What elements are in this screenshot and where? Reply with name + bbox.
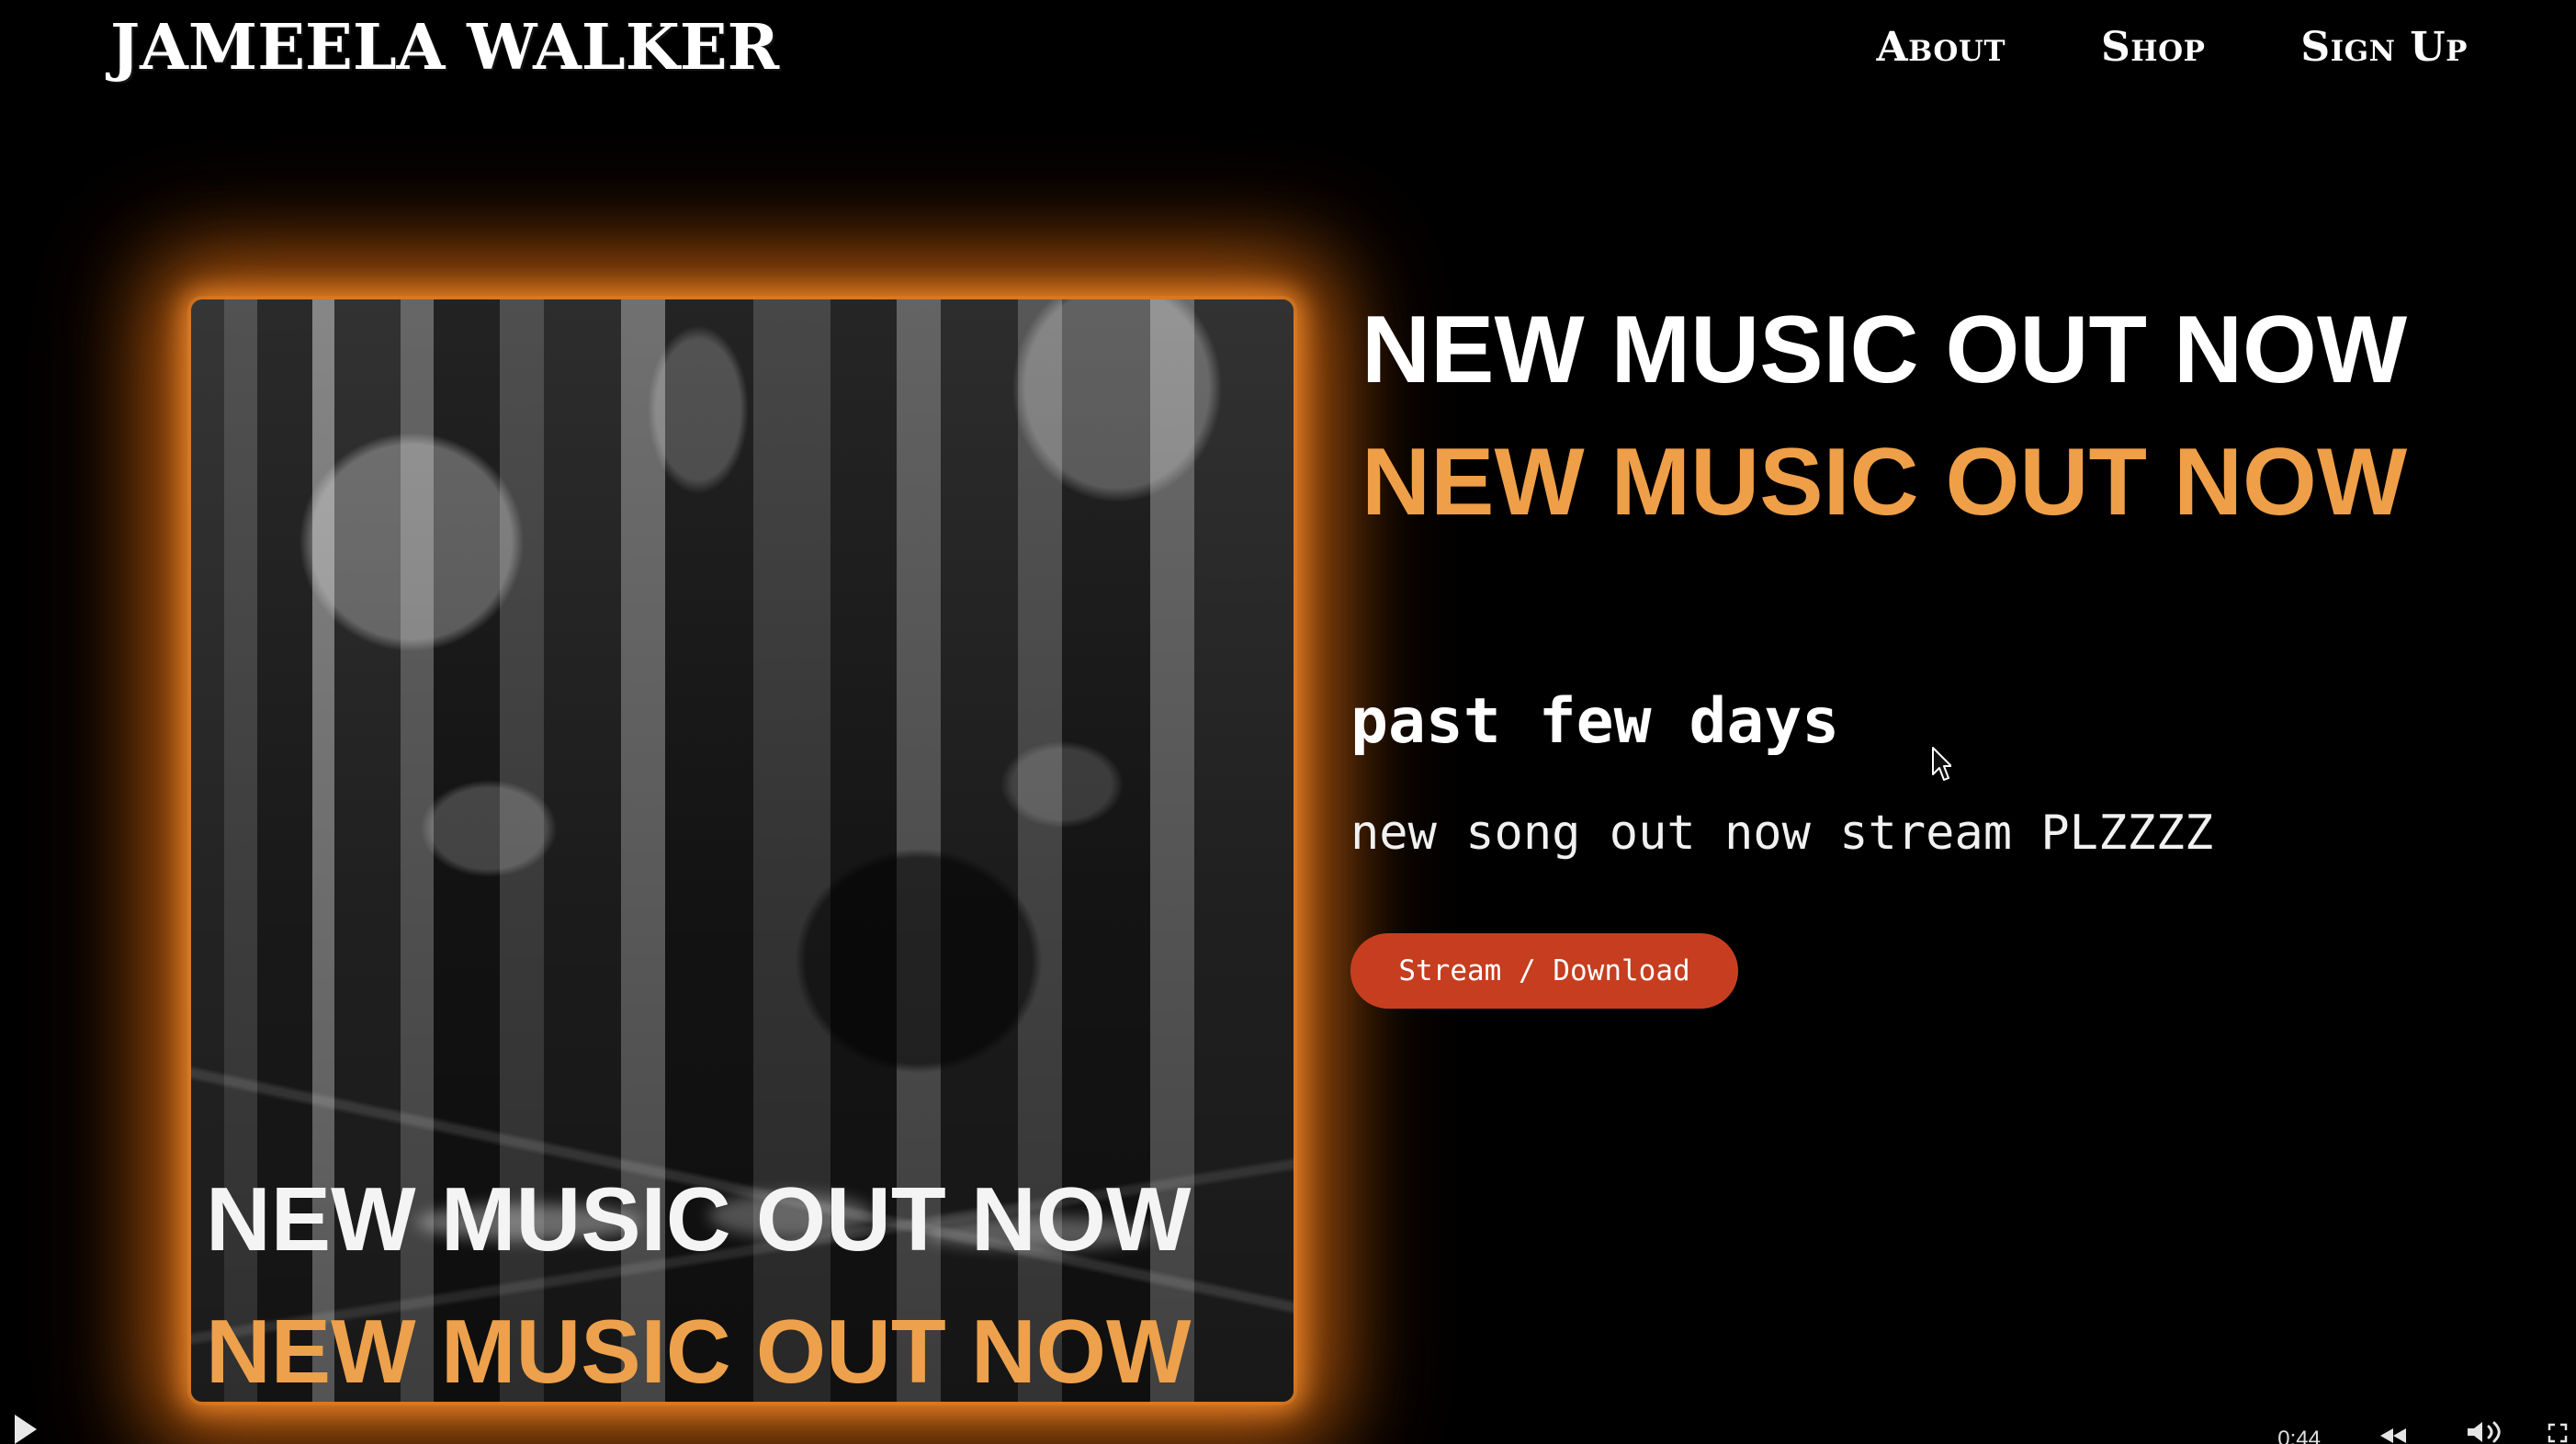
- headline-orange: NEW MUSIC OUT NOW: [1361, 429, 2408, 536]
- video-controls: 0:44: [0, 1404, 2576, 1444]
- main-navigation: About Shop Sign Up: [1876, 20, 2468, 75]
- headline-white: NEW MUSIC OUT NOW: [1361, 297, 2408, 403]
- fullscreen-icon[interactable]: [2547, 1422, 2569, 1444]
- album-cover: NEW MUSIC OUT NOW NEW MUSIC OUT NOW: [191, 299, 1294, 1402]
- rewind-icon[interactable]: [2378, 1427, 2409, 1444]
- volume-icon[interactable]: [2466, 1420, 2506, 1444]
- site-logo[interactable]: JAMEELA WALKER: [110, 11, 779, 85]
- play-icon[interactable]: [15, 1415, 37, 1444]
- song-description: new song out now stream PLZZZZ: [1350, 806, 2214, 861]
- song-title: past few days: [1350, 685, 1840, 758]
- stream-download-button[interactable]: Stream / Download: [1350, 933, 1738, 1009]
- mouse-pointer-icon: [1932, 747, 1951, 781]
- nav-link-shop[interactable]: Shop: [2101, 20, 2205, 75]
- nav-link-sign-up[interactable]: Sign Up: [2300, 20, 2468, 75]
- cover-headline-orange: NEW MUSIC OUT NOW: [206, 1301, 1192, 1402]
- video-timestamp: 0:44: [2277, 1427, 2321, 1444]
- nav-link-about[interactable]: About: [1876, 20, 2005, 75]
- cover-headline-white: NEW MUSIC OUT NOW: [206, 1168, 1192, 1269]
